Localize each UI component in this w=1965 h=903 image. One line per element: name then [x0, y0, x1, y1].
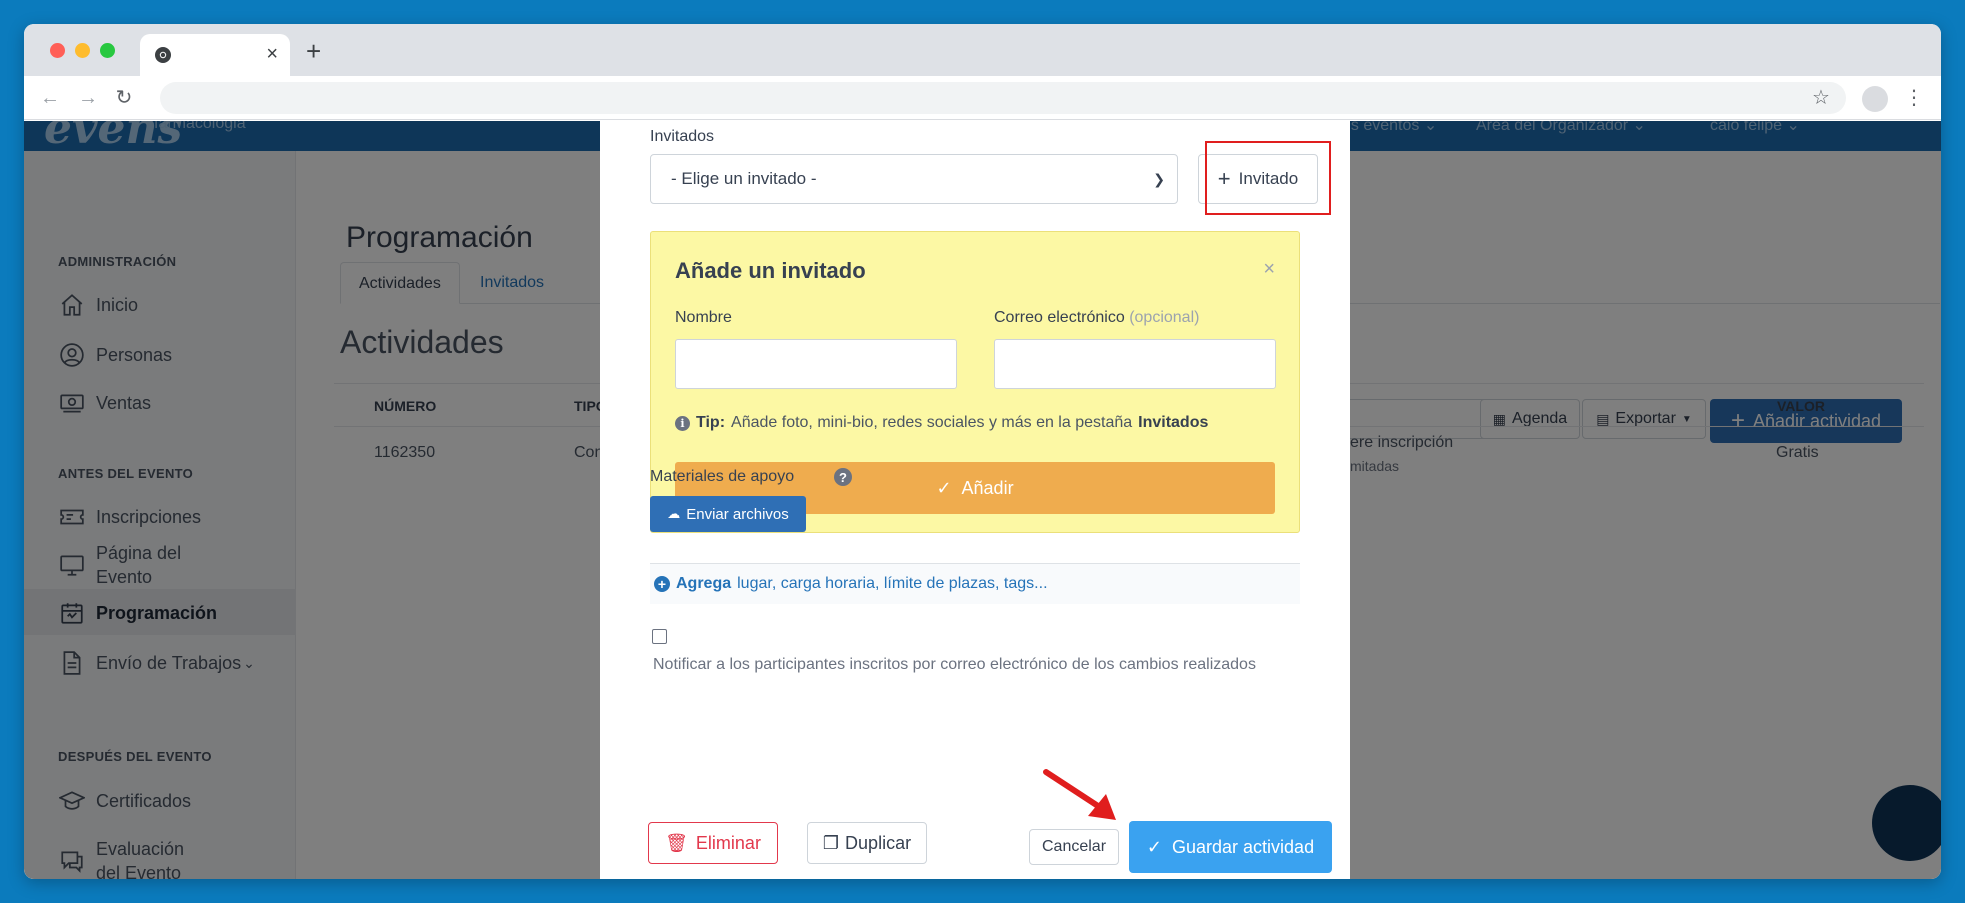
save-activity-button[interactable]: ✓ Guardar actividad — [1129, 821, 1332, 873]
notify-checkbox[interactable] — [652, 629, 667, 644]
guest-select[interactable]: - Elige un invitado - ❯ — [650, 154, 1178, 204]
invitados-label: Invitados — [650, 128, 715, 145]
check-icon: ✓ — [1146, 836, 1162, 857]
annotation-highlight-box — [1205, 141, 1331, 215]
address-bar[interactable] — [160, 82, 1846, 114]
edit-activity-modal: Invitados - Elige un invitado - ❯ + Invi… — [600, 121, 1350, 879]
copy-icon: ❐ — [822, 832, 840, 853]
name-label: Nombre — [675, 309, 732, 326]
materials-label: Materiales de apoyo — [650, 468, 795, 485]
cancel-button[interactable]: Cancelar — [1029, 829, 1119, 865]
browser-tab[interactable]: × — [140, 34, 290, 76]
maximize-window-button[interactable] — [100, 43, 115, 58]
close-icon[interactable]: × — [1263, 258, 1275, 281]
profile-avatar-icon[interactable] — [1862, 86, 1888, 112]
chrome-favicon-icon — [155, 47, 171, 63]
question-icon[interactable]: ? — [834, 468, 852, 486]
web-page: evens farmacologia ns eventos ⌄ Área del… — [24, 121, 1941, 879]
plus-circle-icon: + — [654, 576, 670, 592]
cloud-upload-icon: ☁ — [667, 506, 681, 521]
minimize-window-button[interactable] — [75, 43, 90, 58]
notify-label: Notificar a los participantes inscritos … — [653, 656, 1256, 673]
bookmark-star-icon[interactable]: ☆ — [1812, 88, 1830, 108]
browser-window: × + ← → ↻ ☆ ⋮ evens farmacologia ns even… — [24, 24, 1941, 879]
tab-strip: × + — [24, 24, 1941, 76]
send-files-button[interactable]: ☁ Enviar archivos — [650, 496, 806, 532]
guest-email-input[interactable] — [994, 339, 1276, 389]
add-guest-panel: Añade un invitado × Nombre Correo electr… — [650, 231, 1300, 533]
trash-icon: 🗑 — [665, 832, 688, 853]
forward-icon[interactable]: → — [76, 86, 100, 110]
info-icon: i — [675, 415, 690, 431]
check-icon: ✓ — [936, 477, 952, 498]
reload-icon[interactable]: ↻ — [112, 86, 136, 110]
delete-button[interactable]: 🗑 Eliminar — [648, 822, 778, 864]
browser-menu-icon[interactable]: ⋮ — [1904, 86, 1924, 110]
duplicate-button[interactable]: ❐ Duplicar — [807, 822, 927, 864]
more-options-link[interactable]: + Agrega lugar, carga horaria, límite de… — [650, 564, 1300, 604]
new-tab-button[interactable]: + — [306, 38, 321, 64]
guest-name-input[interactable] — [675, 339, 957, 389]
chevron-down-icon: ❯ — [1153, 171, 1165, 187]
close-tab-icon[interactable]: × — [266, 43, 278, 65]
email-label: Correo electrónico (opcional) — [994, 309, 1200, 326]
back-icon[interactable]: ← — [38, 86, 62, 110]
add-guest-panel-title: Añade un invitado — [675, 258, 866, 283]
browser-toolbar: ← → ↻ ☆ ⋮ — [24, 76, 1941, 120]
tip-text: i Tip: Añade foto, mini-bio, redes socia… — [675, 414, 1208, 432]
annotation-arrow — [1043, 769, 1116, 820]
close-window-button[interactable] — [50, 43, 65, 58]
